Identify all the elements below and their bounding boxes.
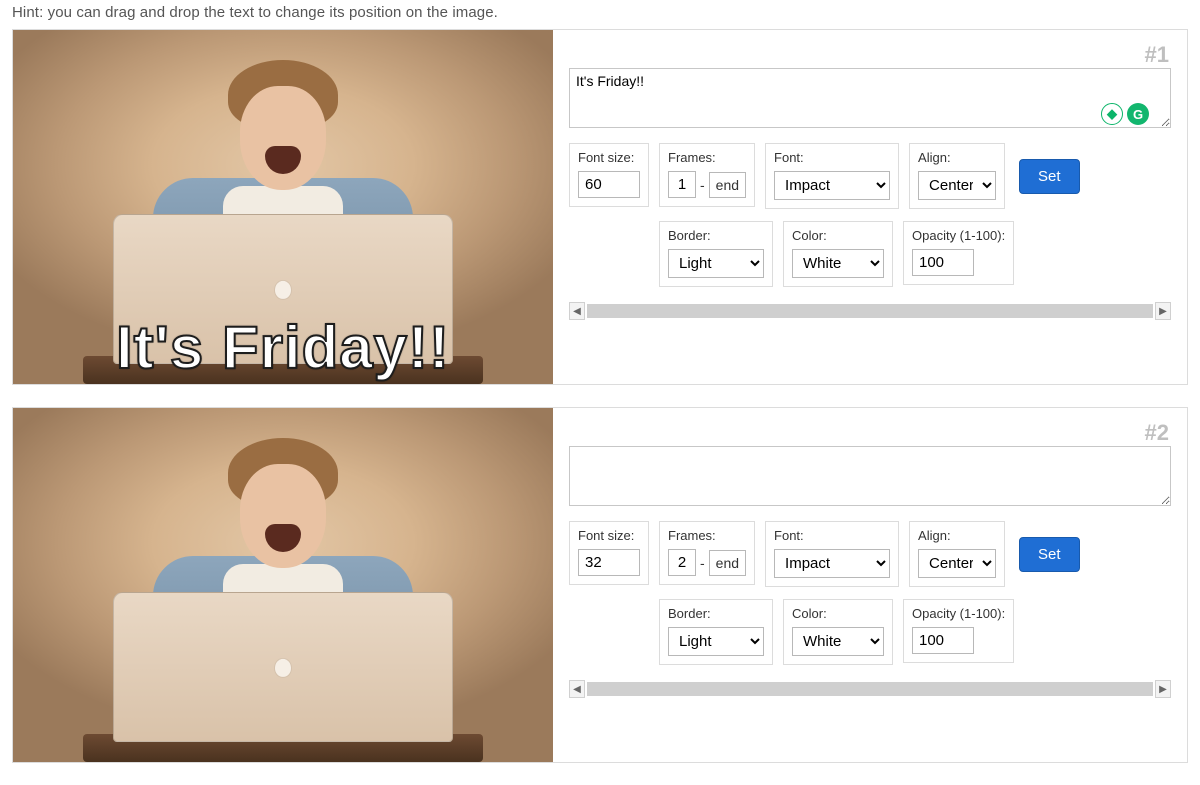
border-select[interactable]: Light <box>668 627 764 656</box>
align-select[interactable]: Center <box>918 171 996 200</box>
frames-dash: - <box>700 177 705 193</box>
align-label: Align: <box>918 528 996 543</box>
scroll-left-arrow-icon[interactable]: ◀ <box>569 302 585 320</box>
opacity-input[interactable] <box>912 249 974 276</box>
border-label: Border: <box>668 606 764 621</box>
color-group: Color: White <box>783 221 893 287</box>
controls-column: #2 ◆ G Font size: Frames: - <box>553 408 1187 762</box>
font-size-input[interactable] <box>578 171 640 198</box>
color-label: Color: <box>792 606 884 621</box>
horizontal-scrollbar[interactable]: ◀ ▶ <box>569 679 1171 699</box>
color-select[interactable]: White <box>792 249 884 278</box>
opacity-label: Opacity (1-100): <box>912 606 1005 621</box>
gif-preview[interactable] <box>13 408 553 762</box>
frame-start-input[interactable] <box>668 549 696 576</box>
opacity-group: Opacity (1-100): <box>903 221 1014 285</box>
panel-index: #2 <box>1145 420 1169 446</box>
opacity-group: Opacity (1-100): <box>903 599 1014 663</box>
frames-group: Frames: - end <box>659 521 755 585</box>
gif-preview[interactable]: It's Friday!! <box>13 30 553 384</box>
font-size-group: Font size: <box>569 521 649 585</box>
caption-panel: It's Friday!! #1 ◆ G Font size: Frames: <box>12 29 1188 385</box>
font-select[interactable]: Impact <box>774 549 890 578</box>
border-label: Border: <box>668 228 764 243</box>
laptop-illustration <box>113 592 453 762</box>
opacity-label: Opacity (1-100): <box>912 228 1005 243</box>
border-group: Border: Light <box>659 599 773 665</box>
suggestion-icon[interactable]: ◆ <box>1101 103 1123 125</box>
frame-end-box[interactable]: end <box>709 550 746 576</box>
hint-text: Hint: you can drag and drop the text to … <box>12 0 1188 29</box>
scroll-right-arrow-icon[interactable]: ▶ <box>1155 680 1171 698</box>
font-select[interactable]: Impact <box>774 171 890 200</box>
font-label: Font: <box>774 528 890 543</box>
font-size-label: Font size: <box>578 150 640 165</box>
font-label: Font: <box>774 150 890 165</box>
caption-panel: #2 ◆ G Font size: Frames: - <box>12 407 1188 763</box>
font-group: Font: Impact <box>765 143 899 209</box>
frames-label: Frames: <box>668 150 746 165</box>
font-size-label: Font size: <box>578 528 640 543</box>
align-label: Align: <box>918 150 996 165</box>
border-group: Border: Light <box>659 221 773 287</box>
caption-textarea[interactable] <box>569 446 1171 506</box>
panel-index: #1 <box>1145 42 1169 68</box>
scrollbar-track[interactable] <box>587 682 1153 696</box>
horizontal-scrollbar[interactable]: ◀ ▶ <box>569 301 1171 321</box>
frames-group: Frames: - end <box>659 143 755 207</box>
set-button[interactable]: Set <box>1019 537 1080 572</box>
font-group: Font: Impact <box>765 521 899 587</box>
align-group: Align: Center <box>909 521 1005 587</box>
font-size-group: Font size: <box>569 143 649 207</box>
font-size-input[interactable] <box>578 549 640 576</box>
frame-end-box[interactable]: end <box>709 172 746 198</box>
align-select[interactable]: Center <box>918 549 996 578</box>
frame-start-input[interactable] <box>668 171 696 198</box>
grammarly-icon[interactable]: G <box>1127 103 1149 125</box>
caption-overlay[interactable]: It's Friday!! <box>13 318 553 378</box>
scrollbar-track[interactable] <box>587 304 1153 318</box>
align-group: Align: Center <box>909 143 1005 209</box>
color-select[interactable]: White <box>792 627 884 656</box>
textarea-helper-icons: ◆ G <box>1101 103 1149 125</box>
set-button[interactable]: Set <box>1019 159 1080 194</box>
scroll-right-arrow-icon[interactable]: ▶ <box>1155 302 1171 320</box>
caption-textarea[interactable] <box>569 68 1171 128</box>
color-label: Color: <box>792 228 884 243</box>
opacity-input[interactable] <box>912 627 974 654</box>
color-group: Color: White <box>783 599 893 665</box>
controls-column: #1 ◆ G Font size: Frames: - <box>553 30 1187 384</box>
frames-dash: - <box>700 555 705 571</box>
border-select[interactable]: Light <box>668 249 764 278</box>
scroll-left-arrow-icon[interactable]: ◀ <box>569 680 585 698</box>
frames-label: Frames: <box>668 528 746 543</box>
